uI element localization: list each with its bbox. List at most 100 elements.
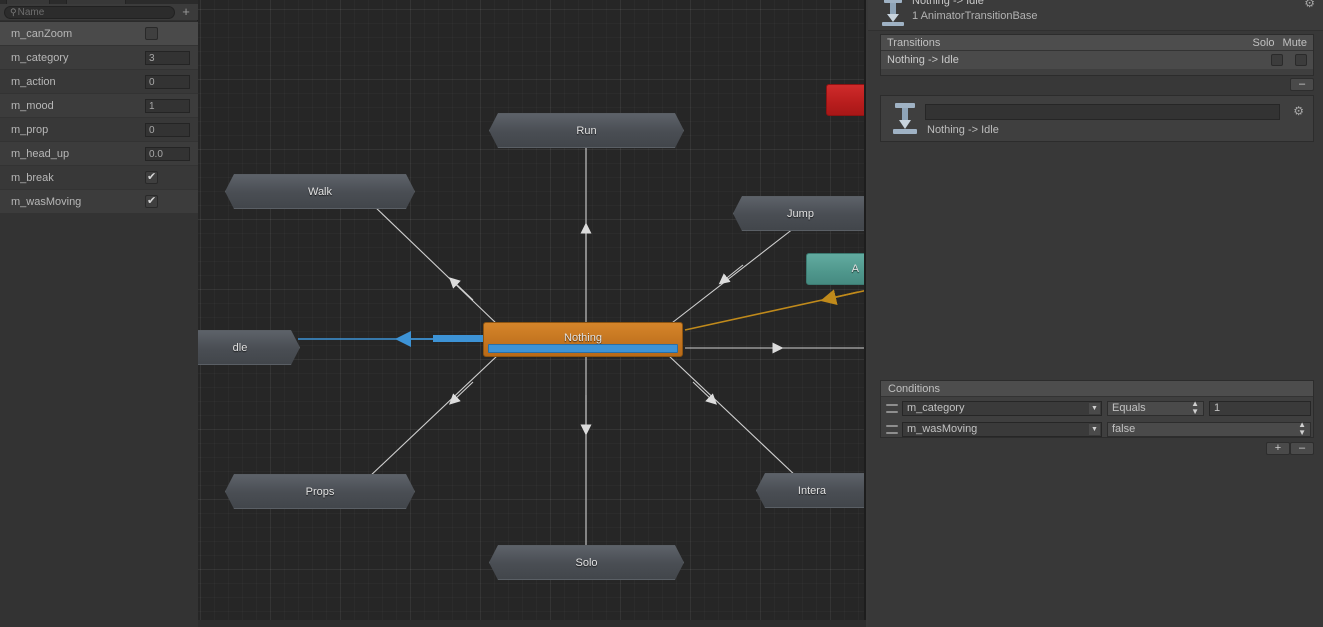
- inspector-title: Nothing -> Idle: [912, 0, 984, 7]
- condition-value: false: [1112, 423, 1136, 435]
- parameter-row[interactable]: m_mood 1: [0, 94, 198, 118]
- drag-handle-icon[interactable]: [886, 424, 898, 434]
- parameter-name: m_category: [11, 51, 69, 64]
- transition-detail-header: ⚙ Nothing -> Idle: [880, 95, 1314, 142]
- graph-node-interaction[interactable]: Intera: [756, 473, 866, 508]
- graph-node-props[interactable]: Props: [225, 474, 415, 509]
- graph-node-solo[interactable]: Solo: [489, 545, 684, 580]
- parameter-row[interactable]: m_action 0: [0, 70, 198, 94]
- inspector-subtitle: 1 AnimatorTransitionBase: [912, 10, 1038, 22]
- parameter-row[interactable]: m_prop 0: [0, 118, 198, 142]
- remove-condition-button[interactable]: –: [1290, 441, 1314, 455]
- search-placeholder: Name: [17, 6, 45, 18]
- graph-node-label: Solo: [575, 556, 598, 569]
- graph-node-walk[interactable]: Walk: [225, 174, 415, 209]
- parameter-name: m_mood: [11, 99, 54, 112]
- remove-transition-button[interactable]: –: [1290, 77, 1314, 91]
- transition-sub-label: Nothing -> Idle: [927, 124, 999, 136]
- graph-right-edge: [864, 0, 866, 627]
- transitions-list-header: Transitions Solo Mute: [881, 35, 1313, 51]
- conditions-header-label: Conditions: [888, 382, 940, 395]
- parameter-row[interactable]: m_break: [0, 166, 198, 190]
- condition-parameter-value: m_wasMoving: [907, 423, 978, 435]
- search-input[interactable]: ⚲ Name: [4, 5, 175, 19]
- add-condition-button[interactable]: +: [1266, 441, 1290, 455]
- graph-node-nothing[interactable]: Nothing: [483, 322, 683, 357]
- solo-column-header: Solo: [1252, 36, 1275, 49]
- condition-parameter-dropdown[interactable]: m_category ▼: [902, 400, 1102, 416]
- parameter-row[interactable]: m_wasMoving: [0, 190, 198, 214]
- graph-node-label: Intera: [797, 484, 827, 497]
- transitions-header-label: Transitions: [887, 36, 941, 49]
- parameter-checkbox[interactable]: [145, 194, 158, 208]
- graph-node-run[interactable]: Run: [489, 113, 684, 148]
- parameter-name: m_action: [11, 75, 56, 88]
- parameter-name: m_head_up: [11, 147, 70, 160]
- chevron-updown-icon: ▲ ▼: [1298, 420, 1306, 437]
- graph-node-label: Walk: [307, 185, 333, 198]
- parameter-rows: m_canZoom m_category 3 m_action 0 m_mood 1 m_pr…: [0, 22, 198, 214]
- inspector-panel: Nothing -> Idle 1 AnimatorTransitionBase…: [868, 0, 1323, 627]
- conditions-footer: + –: [880, 441, 1314, 455]
- graph-node-idle[interactable]: dle: [198, 330, 300, 365]
- conditions-list: Conditions m_category ▼ Equals ▲ ▼ 1 m_wasMovi…: [880, 380, 1314, 438]
- condition-value-input[interactable]: 1: [1209, 400, 1311, 416]
- chevron-updown-icon: ▲ ▼: [1191, 399, 1199, 416]
- mute-column-header: Mute: [1282, 36, 1307, 49]
- parameter-row[interactable]: m_category 3: [0, 46, 198, 70]
- graph-node-label: Jump: [787, 207, 814, 220]
- divider: [868, 30, 1323, 31]
- transitions-list-footer: –: [880, 77, 1314, 91]
- parameter-list: m_canZoom m_category 3 m_action 0 m_mood 1 m_pr…: [0, 21, 198, 627]
- parameter-row[interactable]: m_head_up 0.0: [0, 142, 198, 166]
- graph-node-jump[interactable]: Jump: [733, 196, 866, 231]
- inspector-header: Nothing -> Idle 1 AnimatorTransitionBase…: [868, 0, 1323, 30]
- graph-node-label: dle: [232, 341, 248, 354]
- graph-node-label: Nothing: [564, 332, 602, 344]
- parameter-value-input[interactable]: 0: [145, 122, 190, 137]
- parameter-name: m_canZoom: [11, 27, 73, 40]
- graph-node-red-node[interactable]: [826, 84, 866, 116]
- condition-value-dropdown[interactable]: false ▲ ▼: [1107, 420, 1311, 437]
- parameter-value-input[interactable]: 3: [145, 50, 190, 65]
- parameter-name: m_prop: [11, 123, 49, 136]
- animator-state-graph[interactable]: Run Walk Jump Adle Nothing Props Solo Intera: [198, 0, 866, 627]
- parameters-panel: ⚲ Name + m_canZoom m_category 3 m_action 0 m_…: [0, 0, 198, 627]
- parameter-search-row: ⚲ Name +: [0, 4, 198, 20]
- graph-bottom-strip: [198, 620, 866, 627]
- parameter-name: m_break: [11, 171, 54, 184]
- graph-node-label: Run: [576, 124, 597, 137]
- active-transition-bar: [433, 335, 483, 342]
- animator-window: ⚲ Name + m_canZoom m_category 3 m_action 0 m_…: [0, 0, 1323, 627]
- chevron-down-icon: ▼: [1089, 423, 1100, 435]
- transition-list-row[interactable]: Nothing -> Idle: [881, 51, 1313, 69]
- parameter-value-input[interactable]: 0.0: [145, 146, 190, 161]
- graph-node-label: A: [851, 263, 859, 275]
- parameter-checkbox[interactable]: [145, 170, 158, 184]
- condition-comparison-dropdown[interactable]: Equals ▲ ▼: [1107, 399, 1204, 416]
- gear-icon[interactable]: ⚙: [1304, 0, 1315, 10]
- condition-row: m_category ▼ Equals ▲ ▼ 1: [881, 398, 1313, 418]
- chevron-down-icon: ▼: [1089, 402, 1100, 414]
- parameter-name: m_wasMoving: [11, 195, 82, 208]
- parameter-value-input[interactable]: 0: [145, 74, 190, 89]
- state-progress-bar: [488, 344, 678, 353]
- transition-row-label: Nothing -> Idle: [887, 54, 959, 66]
- parameter-row[interactable]: m_canZoom: [0, 22, 198, 46]
- condition-row: m_wasMoving ▼ false ▲ ▼: [881, 419, 1313, 439]
- transition-icon: [893, 103, 917, 134]
- search-icon: ⚲: [10, 6, 17, 17]
- condition-parameter-dropdown[interactable]: m_wasMoving ▼: [902, 421, 1102, 437]
- add-parameter-button[interactable]: +: [178, 5, 194, 19]
- transitions-list: Transitions Solo Mute Nothing -> Idle: [880, 34, 1314, 76]
- drag-handle-icon[interactable]: [886, 403, 898, 413]
- parameter-value-input[interactable]: 1: [145, 98, 190, 113]
- mute-checkbox[interactable]: [1295, 54, 1307, 66]
- gear-icon[interactable]: ⚙: [1293, 104, 1304, 118]
- graph-node-teal-node[interactable]: A: [806, 253, 866, 285]
- parameter-checkbox[interactable]: [145, 27, 158, 40]
- condition-parameter-value: m_category: [907, 402, 965, 414]
- solo-checkbox[interactable]: [1271, 54, 1283, 66]
- transition-name-input[interactable]: [925, 104, 1280, 120]
- conditions-header: Conditions: [881, 381, 1313, 397]
